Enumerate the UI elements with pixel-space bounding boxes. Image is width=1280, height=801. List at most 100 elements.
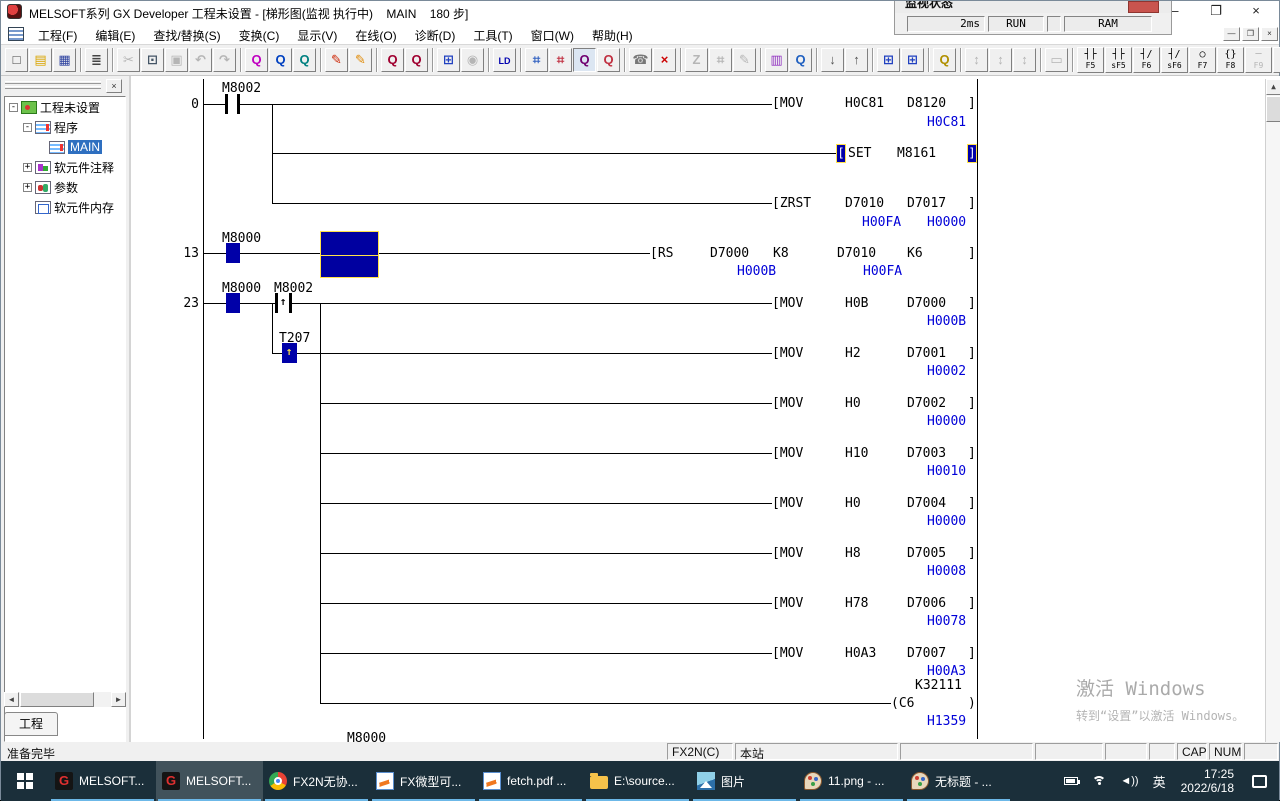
taskbar-item-doc-fetch-pdf[interactable]: fetch.pdf ... xyxy=(477,761,584,801)
instruction-text[interactable]: D7017 xyxy=(907,196,946,211)
find-replace-button[interactable]: Q xyxy=(293,48,316,72)
menu-item-0[interactable]: 工程(F) xyxy=(29,23,86,45)
edit-cursor-cell[interactable] xyxy=(320,231,379,278)
transfer-setup-button[interactable]: ⊞ xyxy=(437,48,460,72)
fkey-application-button[interactable]: {}F8 xyxy=(1217,47,1244,73)
instruction-text[interactable]: [RS xyxy=(650,246,673,261)
instruction-text[interactable]: K6 xyxy=(907,246,923,261)
tree-item-1[interactable]: -程序 xyxy=(5,117,125,137)
insert-mode-pen-button[interactable]: ✎ xyxy=(349,48,372,72)
find-button[interactable]: Q xyxy=(245,48,268,72)
instruction-operand-dest[interactable]: D7006 xyxy=(907,596,946,611)
wifi-icon[interactable] xyxy=(1092,776,1106,786)
instruction-text[interactable]: [MOV xyxy=(772,96,803,111)
monitor-mode-button[interactable]: Q xyxy=(573,48,596,72)
close-button[interactable]: × xyxy=(1237,1,1275,23)
instruction-text[interactable]: [MOV xyxy=(772,296,803,311)
instruction-text[interactable]: [MOV xyxy=(772,396,803,411)
instruction-text[interactable]: K8 xyxy=(773,246,789,261)
instruction-text[interactable]: ] xyxy=(968,196,976,211)
instruction-operand-source[interactable]: H78 xyxy=(845,596,868,611)
instruction-text[interactable]: [MOV xyxy=(772,496,803,511)
instruction-text[interactable]: [MOV xyxy=(772,646,803,661)
taskbar-item-paint-11png[interactable]: 11.png - ... xyxy=(798,761,905,801)
expand-expander[interactable]: + xyxy=(23,163,32,172)
taskbar-clock[interactable]: 17:25 2022/6/18 xyxy=(1181,767,1234,795)
menu-item-2[interactable]: 查找/替换(S) xyxy=(144,23,229,45)
instruction-operand-source[interactable]: H8 xyxy=(845,546,861,561)
taskbar-item-explorer-source[interactable]: E:\source... xyxy=(584,761,691,801)
scroll-up-button[interactable]: ▲ xyxy=(1266,79,1280,95)
taskbar-item-chrome-fx2n[interactable]: FX2N无协... xyxy=(263,761,370,801)
window-jump-1-button[interactable]: ⊞ xyxy=(877,48,900,72)
instruction-operand-dest[interactable]: D7004 xyxy=(907,496,946,511)
instruction-text[interactable]: D8120 xyxy=(907,96,946,111)
instruction-operand-source[interactable]: H2 xyxy=(845,346,861,361)
scroll-right-button[interactable]: ► xyxy=(111,692,126,707)
instruction-text[interactable]: H0C81 xyxy=(845,96,884,111)
instruction-operand-dest[interactable]: D7002 xyxy=(907,396,946,411)
instruction-operand-dest[interactable]: D7001 xyxy=(907,346,946,361)
mdi-minimize-button[interactable]: — xyxy=(1223,27,1240,41)
print-button[interactable]: ≣ xyxy=(85,48,108,72)
zoom-out-button[interactable]: Q xyxy=(381,48,404,72)
fkey-coil-button[interactable]: ○F7 xyxy=(1189,47,1216,73)
taskbar-item-photos[interactable]: 图片 xyxy=(691,761,798,801)
instruction-text[interactable]: (C6 xyxy=(891,696,914,711)
taskbar-item-doc-fx-micro[interactable]: FX微型可... xyxy=(370,761,477,801)
instruction-text[interactable]: [MOV xyxy=(772,596,803,611)
tree-item-3[interactable]: +软元件注释 xyxy=(5,157,125,177)
instruction-operand-source[interactable]: H0 xyxy=(845,396,861,411)
menu-item-6[interactable]: 诊断(D) xyxy=(406,23,465,45)
instruction-operand-source[interactable]: H0 xyxy=(845,496,861,511)
menu-item-4[interactable]: 显示(V) xyxy=(288,23,346,45)
window-jump-2-button[interactable]: ⊞ xyxy=(901,48,924,72)
scroll-thumb[interactable] xyxy=(20,692,94,707)
menu-item-8[interactable]: 窗口(W) xyxy=(522,23,583,45)
instruction-text[interactable]: D7000 xyxy=(710,246,749,261)
language-indicator[interactable]: 英 xyxy=(1153,772,1166,791)
collapse-expander[interactable]: - xyxy=(9,103,18,112)
zoom-in-button[interactable]: Q xyxy=(405,48,428,72)
instruction-text[interactable]: K32111 xyxy=(915,678,962,693)
speaker-icon[interactable]: ◄)) xyxy=(1120,775,1138,787)
monitor-write-button[interactable]: Q xyxy=(597,48,620,72)
instruction-list-button[interactable]: ⌗ xyxy=(525,48,548,72)
expand-expander[interactable]: + xyxy=(23,183,32,192)
scroll-left-button[interactable]: ◄ xyxy=(4,692,19,707)
menu-item-9[interactable]: 帮助(H) xyxy=(583,23,642,45)
instruction-operand-source[interactable]: H0A3 xyxy=(845,646,876,661)
tree-hscrollbar[interactable]: ◄ ► xyxy=(4,692,126,707)
save-button[interactable]: ▦ xyxy=(53,48,76,72)
action-center-icon[interactable] xyxy=(1252,775,1267,788)
instruction-operand-dest[interactable]: D7000 xyxy=(907,296,946,311)
menu-item-5[interactable]: 在线(O) xyxy=(346,23,405,45)
taskbar-item-melsoft-2[interactable]: GMELSOFT... xyxy=(156,761,263,801)
ladder-editor[interactable]: ▲ 激活 Windows 转到“设置”以激活 Windows。 0M8002[M… xyxy=(131,76,1280,742)
instruction-operand-source[interactable]: H10 xyxy=(845,446,868,461)
scroll-thumb[interactable] xyxy=(1266,96,1280,122)
fkey-closed-contact-button[interactable]: ┤/F6 xyxy=(1133,47,1160,73)
menu-item-7[interactable]: 工具(T) xyxy=(464,23,521,45)
tree-item-4[interactable]: +参数 xyxy=(5,177,125,197)
collapse-expander[interactable]: - xyxy=(23,123,32,132)
monitor-popup-close-button[interactable] xyxy=(1128,1,1159,13)
battery-icon[interactable] xyxy=(1064,777,1078,785)
taskbar-item-paint-untitled[interactable]: 无标题 - ... xyxy=(905,761,1012,801)
instruction-text[interactable]: [MOV xyxy=(772,446,803,461)
ladder-logic-button[interactable]: LD xyxy=(493,48,516,72)
instruction-text[interactable]: M8161 xyxy=(897,146,936,161)
instruction-text[interactable]: SET xyxy=(848,146,871,161)
stop-monitor-button[interactable]: × xyxy=(653,48,676,72)
instruction-operand-dest[interactable]: D7005 xyxy=(907,546,946,561)
panel-grip[interactable] xyxy=(5,86,101,89)
instruction-operand-source[interactable]: H0B xyxy=(845,296,868,311)
contact-M8000-active[interactable] xyxy=(226,243,240,263)
taskbar-item-melsoft-1[interactable]: GMELSOFT... xyxy=(49,761,156,801)
instruction-text[interactable]: ] xyxy=(968,96,976,111)
instruction-text[interactable]: D7010 xyxy=(845,196,884,211)
ladder-vscrollbar[interactable]: ▲ xyxy=(1265,79,1280,742)
fkey-open-contact-button[interactable]: ┤├F5 xyxy=(1077,47,1104,73)
menu-item-1[interactable]: 编辑(E) xyxy=(86,23,144,45)
project-tab[interactable]: 工程 xyxy=(4,712,58,736)
